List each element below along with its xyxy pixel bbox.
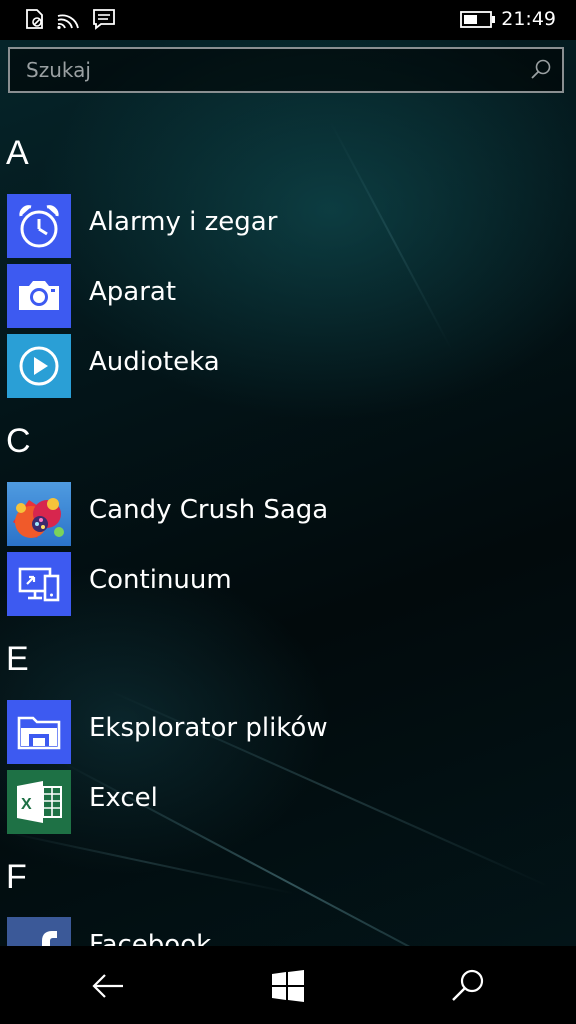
app-label: Alarmy i zegar [89, 207, 278, 237]
section-header-e[interactable]: E [6, 640, 29, 679]
camera-icon [7, 264, 71, 328]
svg-text:X: X [21, 796, 32, 813]
excel-icon: X [7, 770, 71, 834]
app-item-continuum[interactable]: Continuum [0, 551, 576, 617]
app-item-eksplorator-plikow[interactable]: Eksplorator plików [0, 699, 576, 765]
windows-start-icon[interactable] [268, 966, 308, 1006]
alarm-clock-icon [7, 194, 71, 258]
app-item-aparat[interactable]: Aparat [0, 263, 576, 329]
app-item-excel[interactable]: X Excel [0, 769, 576, 835]
app-label: Facebook [89, 930, 212, 946]
app-list[interactable]: A Alarmy i zegar Aparat Audioteka C Cand… [0, 118, 576, 946]
app-item-candy-crush-saga[interactable]: Candy Crush Saga [0, 481, 576, 547]
sim-no-signal-icon [24, 8, 46, 34]
app-item-alarmy-i-zegar[interactable]: Alarmy i zegar [0, 193, 576, 259]
navigation-bar [0, 946, 576, 1024]
status-bar: 21:49 [0, 0, 576, 40]
app-label: Aparat [89, 277, 177, 307]
section-header-f[interactable]: F [6, 858, 27, 897]
wifi-icon [56, 8, 80, 34]
search-icon[interactable] [448, 966, 488, 1006]
app-label: Excel [89, 783, 158, 813]
candy-icon [7, 482, 71, 546]
section-header-a[interactable]: A [6, 134, 29, 173]
notifications-icon [92, 8, 116, 34]
app-item-facebook[interactable]: Facebook [0, 916, 576, 946]
section-header-c[interactable]: C [6, 422, 31, 461]
back-arrow-icon[interactable] [89, 966, 129, 1006]
search-input[interactable] [10, 49, 510, 91]
search-box[interactable] [8, 47, 564, 93]
clock-time: 21:49 [501, 8, 556, 30]
play-circle-icon [7, 334, 71, 398]
continuum-devices-icon [7, 552, 71, 616]
app-label: Eksplorator plików [89, 713, 328, 743]
facebook-icon [7, 917, 71, 946]
app-label: Candy Crush Saga [89, 495, 329, 525]
search-icon[interactable] [530, 58, 552, 84]
app-label: Audioteka [89, 347, 220, 377]
battery-icon [460, 11, 496, 32]
app-item-audioteka[interactable]: Audioteka [0, 333, 576, 399]
folder-icon [7, 700, 71, 764]
app-label: Continuum [89, 565, 232, 595]
start-app-list-screen: 21:49 A Alarmy i zegar Aparat Aud [0, 0, 576, 1024]
